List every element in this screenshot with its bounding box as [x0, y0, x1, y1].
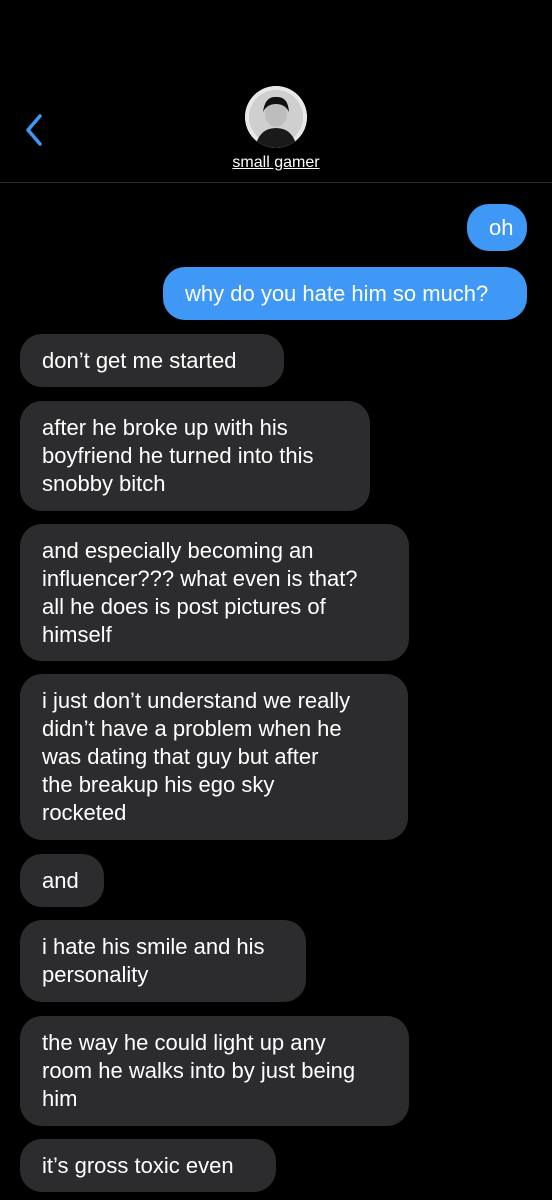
message-bubble-incoming[interactable]: and especially becoming an influencer???…	[20, 524, 409, 661]
message-bubble-incoming[interactable]: and	[20, 854, 104, 907]
message-bubble-incoming[interactable]: i hate his smile and his personality	[20, 920, 306, 1002]
chevron-left-icon	[26, 114, 42, 146]
message-bubble-incoming[interactable]: it’s gross toxic even	[8, 1139, 276, 1192]
message-bubble-incoming[interactable]: don’t get me started	[20, 334, 284, 387]
message-bubble-incoming[interactable]: i just don’t understand we really didn’t…	[20, 674, 408, 840]
contact-name[interactable]: small gamer	[0, 154, 552, 172]
conversation-header: small gamer	[0, 0, 552, 183]
message-bubble-outgoing[interactable]: why do you hate him so much?	[163, 267, 539, 320]
message-bubble-incoming[interactable]: the way he could light up any room he wa…	[20, 1016, 409, 1126]
back-button[interactable]	[20, 112, 50, 148]
contact-avatar[interactable]	[245, 86, 307, 148]
message-bubble-incoming[interactable]: after he broke up with his boyfriend he …	[20, 401, 370, 511]
message-bubble-outgoing[interactable]: oh	[467, 204, 539, 251]
avatar-photo	[245, 86, 307, 148]
